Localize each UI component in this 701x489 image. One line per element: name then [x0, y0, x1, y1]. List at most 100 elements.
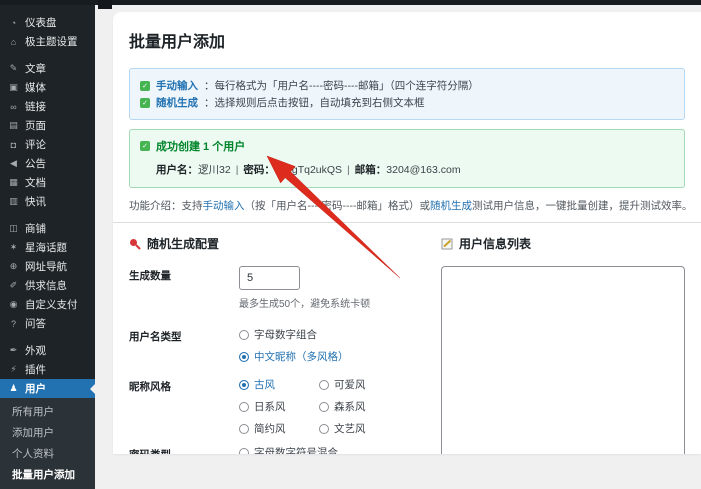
custom-payment-icon: ◉ [9, 299, 18, 309]
dashboard-icon: ◔ [10, 17, 17, 28]
sidebar-item-label: 星海话题 [25, 242, 67, 254]
email-value: 3204@163.com [386, 164, 461, 176]
sidebar-item-appearance[interactable]: ✒ 外观 [0, 341, 95, 360]
random-generate-text: ：选择规则后点击按钮，自动填充到右侧文本框 [204, 97, 425, 109]
radio-label: 字母数字组合 [254, 329, 317, 341]
submenu-item-profile[interactable]: 个人资料 [0, 443, 95, 464]
password-type-row: 密码类型 字母数字符号混合 纯字母数字 [129, 445, 401, 454]
radio-icon [239, 329, 249, 340]
random-generate-label: 随机生成 [156, 97, 198, 109]
radio-label: 字母数字符号混合 [254, 447, 338, 454]
radio-mixed-symbols[interactable]: 字母数字符号混合 [239, 445, 401, 454]
success-notice-box: ✓ 成功创建 1 个用户 用户名：逻川32 | 密码：dLkgTq2ukQS | 邮箱：… [129, 129, 685, 188]
check-icon: ✓ [140, 80, 150, 91]
random-config-panel: 随机生成配置 生成数量 最多生成50个，避免系统卡顿 用户名类型 字母数字组合 [129, 233, 401, 454]
email-label: 邮箱： [354, 164, 387, 176]
sidebar-item-dashboard[interactable]: ◔ 仪表盘 [0, 13, 95, 32]
radio-icon [319, 379, 329, 390]
random-generate-line: ✓ 随机生成 ：选择规则后点击按钮，自动填充到右侧文本框 [140, 95, 674, 110]
sidebar-item-label: 插件 [25, 364, 46, 376]
submenu-item-add-user[interactable]: 添加用户 [0, 422, 95, 443]
created-user-detail: 用户名：逻川32 | 密码：dLkgTq2ukQS | 邮箱：3204@163.com [156, 162, 674, 177]
quantity-row: 生成数量 最多生成50个，避免系统卡顿 [129, 266, 401, 310]
nickname-style-label: 昵称风格 [129, 381, 171, 393]
sidebar-item-media[interactable]: ▣ 媒体 [0, 78, 95, 97]
memo-icon [441, 238, 453, 249]
username-value: 逻川32 [198, 164, 231, 176]
radio-icon [239, 351, 249, 362]
manual-input-label: 手动输入 [156, 80, 198, 92]
sidebar-item-label: 问答 [25, 318, 46, 330]
users-icon: ♟ [9, 383, 18, 393]
sidebar-item-label: 供求信息 [25, 280, 67, 292]
username-type-label: 用户名类型 [129, 331, 182, 343]
pin-icon [130, 238, 141, 250]
sidebar-item-qa[interactable]: ? 问答 [0, 314, 95, 333]
sidebar-item-pages[interactable]: ▤ 页面 [0, 116, 95, 135]
shop-icon: ◫ [9, 223, 18, 233]
sidebar-item-plugins[interactable]: ⚡ 插件 [0, 360, 95, 379]
sidebar-item-links[interactable]: ∞ 链接 [0, 97, 95, 116]
radio-label: 森系风 [334, 401, 366, 413]
sidebar-item-shop[interactable]: ◫ 商铺 [0, 219, 95, 238]
submenu-item-batch-add-users[interactable]: 批量用户添加 [0, 464, 95, 485]
random-config-title: 随机生成配置 [147, 237, 220, 251]
sidebar-item-custom-payment[interactable]: ◉ 自定义支付 [0, 295, 95, 314]
sidebar-item-label: 极主题设置 [25, 36, 78, 48]
sidebar-item-topics[interactable]: ✶ 星海话题 [0, 238, 95, 257]
radio-icon [239, 447, 249, 454]
intro-mid: （按「用户名----密码----邮箱」格式）或 [244, 200, 430, 212]
current-menu-arrow-icon [85, 383, 95, 394]
supply-demand-icon: ✐ [9, 280, 18, 290]
radio-label: 古风 [254, 379, 275, 391]
admin-content-area: 批量用户添加 ✓ 手动输入 ：每行格式为「用户名----密码----邮箱」（四个… [95, 5, 701, 454]
sidebar-item-nav-links[interactable]: ⊕ 网址导航 [0, 257, 95, 276]
sidebar-item-label: 文档 [25, 177, 46, 189]
menu-separator [0, 333, 95, 341]
check-icon: ✓ [140, 141, 150, 151]
nav-links-icon: ⊕ [9, 261, 18, 271]
field-separator: | [235, 164, 239, 176]
radio-style-cute[interactable]: 可爱风 [319, 377, 399, 392]
users-submenu: 所有用户 添加用户 个人资料 批量用户添加 [0, 398, 95, 489]
sidebar-item-news[interactable]: ▥ 快讯 [0, 192, 95, 211]
manual-input-link[interactable]: 手动输入 [203, 200, 245, 212]
admin-bar-notch [98, 0, 112, 9]
page-title: 批量用户添加 [129, 34, 226, 51]
radio-style-japanese[interactable]: 日系风 [239, 399, 319, 414]
sidebar-item-label: 媒体 [25, 82, 46, 94]
admin-sidebar: ◔ 仪表盘 ⌂ 极主题设置 ✎ 文章 ▣ 媒体 ∞ 链接 ▤ 页面 ◘ 评论 ◀ [0, 5, 95, 489]
feature-intro-line: 功能介绍：支持手动输入（按「用户名----密码----邮箱」格式）或随机生成测试… [129, 198, 692, 213]
random-generate-link[interactable]: 随机生成 [430, 200, 472, 212]
radio-alnum-combo[interactable]: 字母数字组合 [239, 327, 401, 342]
plugins-icon: ⚡ [10, 364, 17, 374]
theme-settings-icon: ⌂ [10, 36, 17, 47]
quantity-hint: 最多生成50个，避免系统卡顿 [239, 299, 371, 310]
sidebar-item-comments[interactable]: ◘ 评论 [0, 135, 95, 154]
radio-style-ancient[interactable]: 古风 [239, 377, 319, 392]
docs-icon: ▦ [9, 177, 18, 187]
quantity-input[interactable] [239, 266, 300, 290]
posts-icon: ✎ [9, 63, 18, 73]
manual-input-text: ：每行格式为「用户名----密码----邮箱」（四个连字符分隔） [204, 80, 479, 92]
user-list-textarea[interactable] [441, 266, 685, 454]
radio-label: 中文昵称（多风格） [254, 351, 349, 363]
password-type-label: 密码类型 [129, 445, 239, 454]
menu-separator [0, 211, 95, 219]
sidebar-item-label: 用户 [25, 383, 46, 395]
user-list-panel: 用户信息列表 [441, 233, 685, 454]
links-icon: ∞ [10, 101, 17, 112]
sidebar-item-label: 链接 [25, 101, 46, 113]
sidebar-item-announcement[interactable]: ◀ 公告 [0, 154, 95, 173]
sidebar-item-supply-demand[interactable]: ✐ 供求信息 [0, 276, 95, 295]
sidebar-item-theme-settings[interactable]: ⌂ 极主题设置 [0, 32, 95, 51]
sidebar-item-users[interactable]: ♟ 用户 [0, 379, 95, 398]
radio-label: 可爱风 [334, 379, 366, 391]
sidebar-item-label: 文章 [25, 63, 46, 75]
sidebar-item-docs[interactable]: ▦ 文档 [0, 173, 95, 192]
radio-style-forest[interactable]: 森系风 [319, 399, 399, 414]
menu-separator [0, 51, 95, 59]
radio-chinese-nickname[interactable]: 中文昵称（多风格） [239, 349, 401, 364]
submenu-item-all-users[interactable]: 所有用户 [0, 401, 95, 422]
sidebar-item-posts[interactable]: ✎ 文章 [0, 59, 95, 78]
